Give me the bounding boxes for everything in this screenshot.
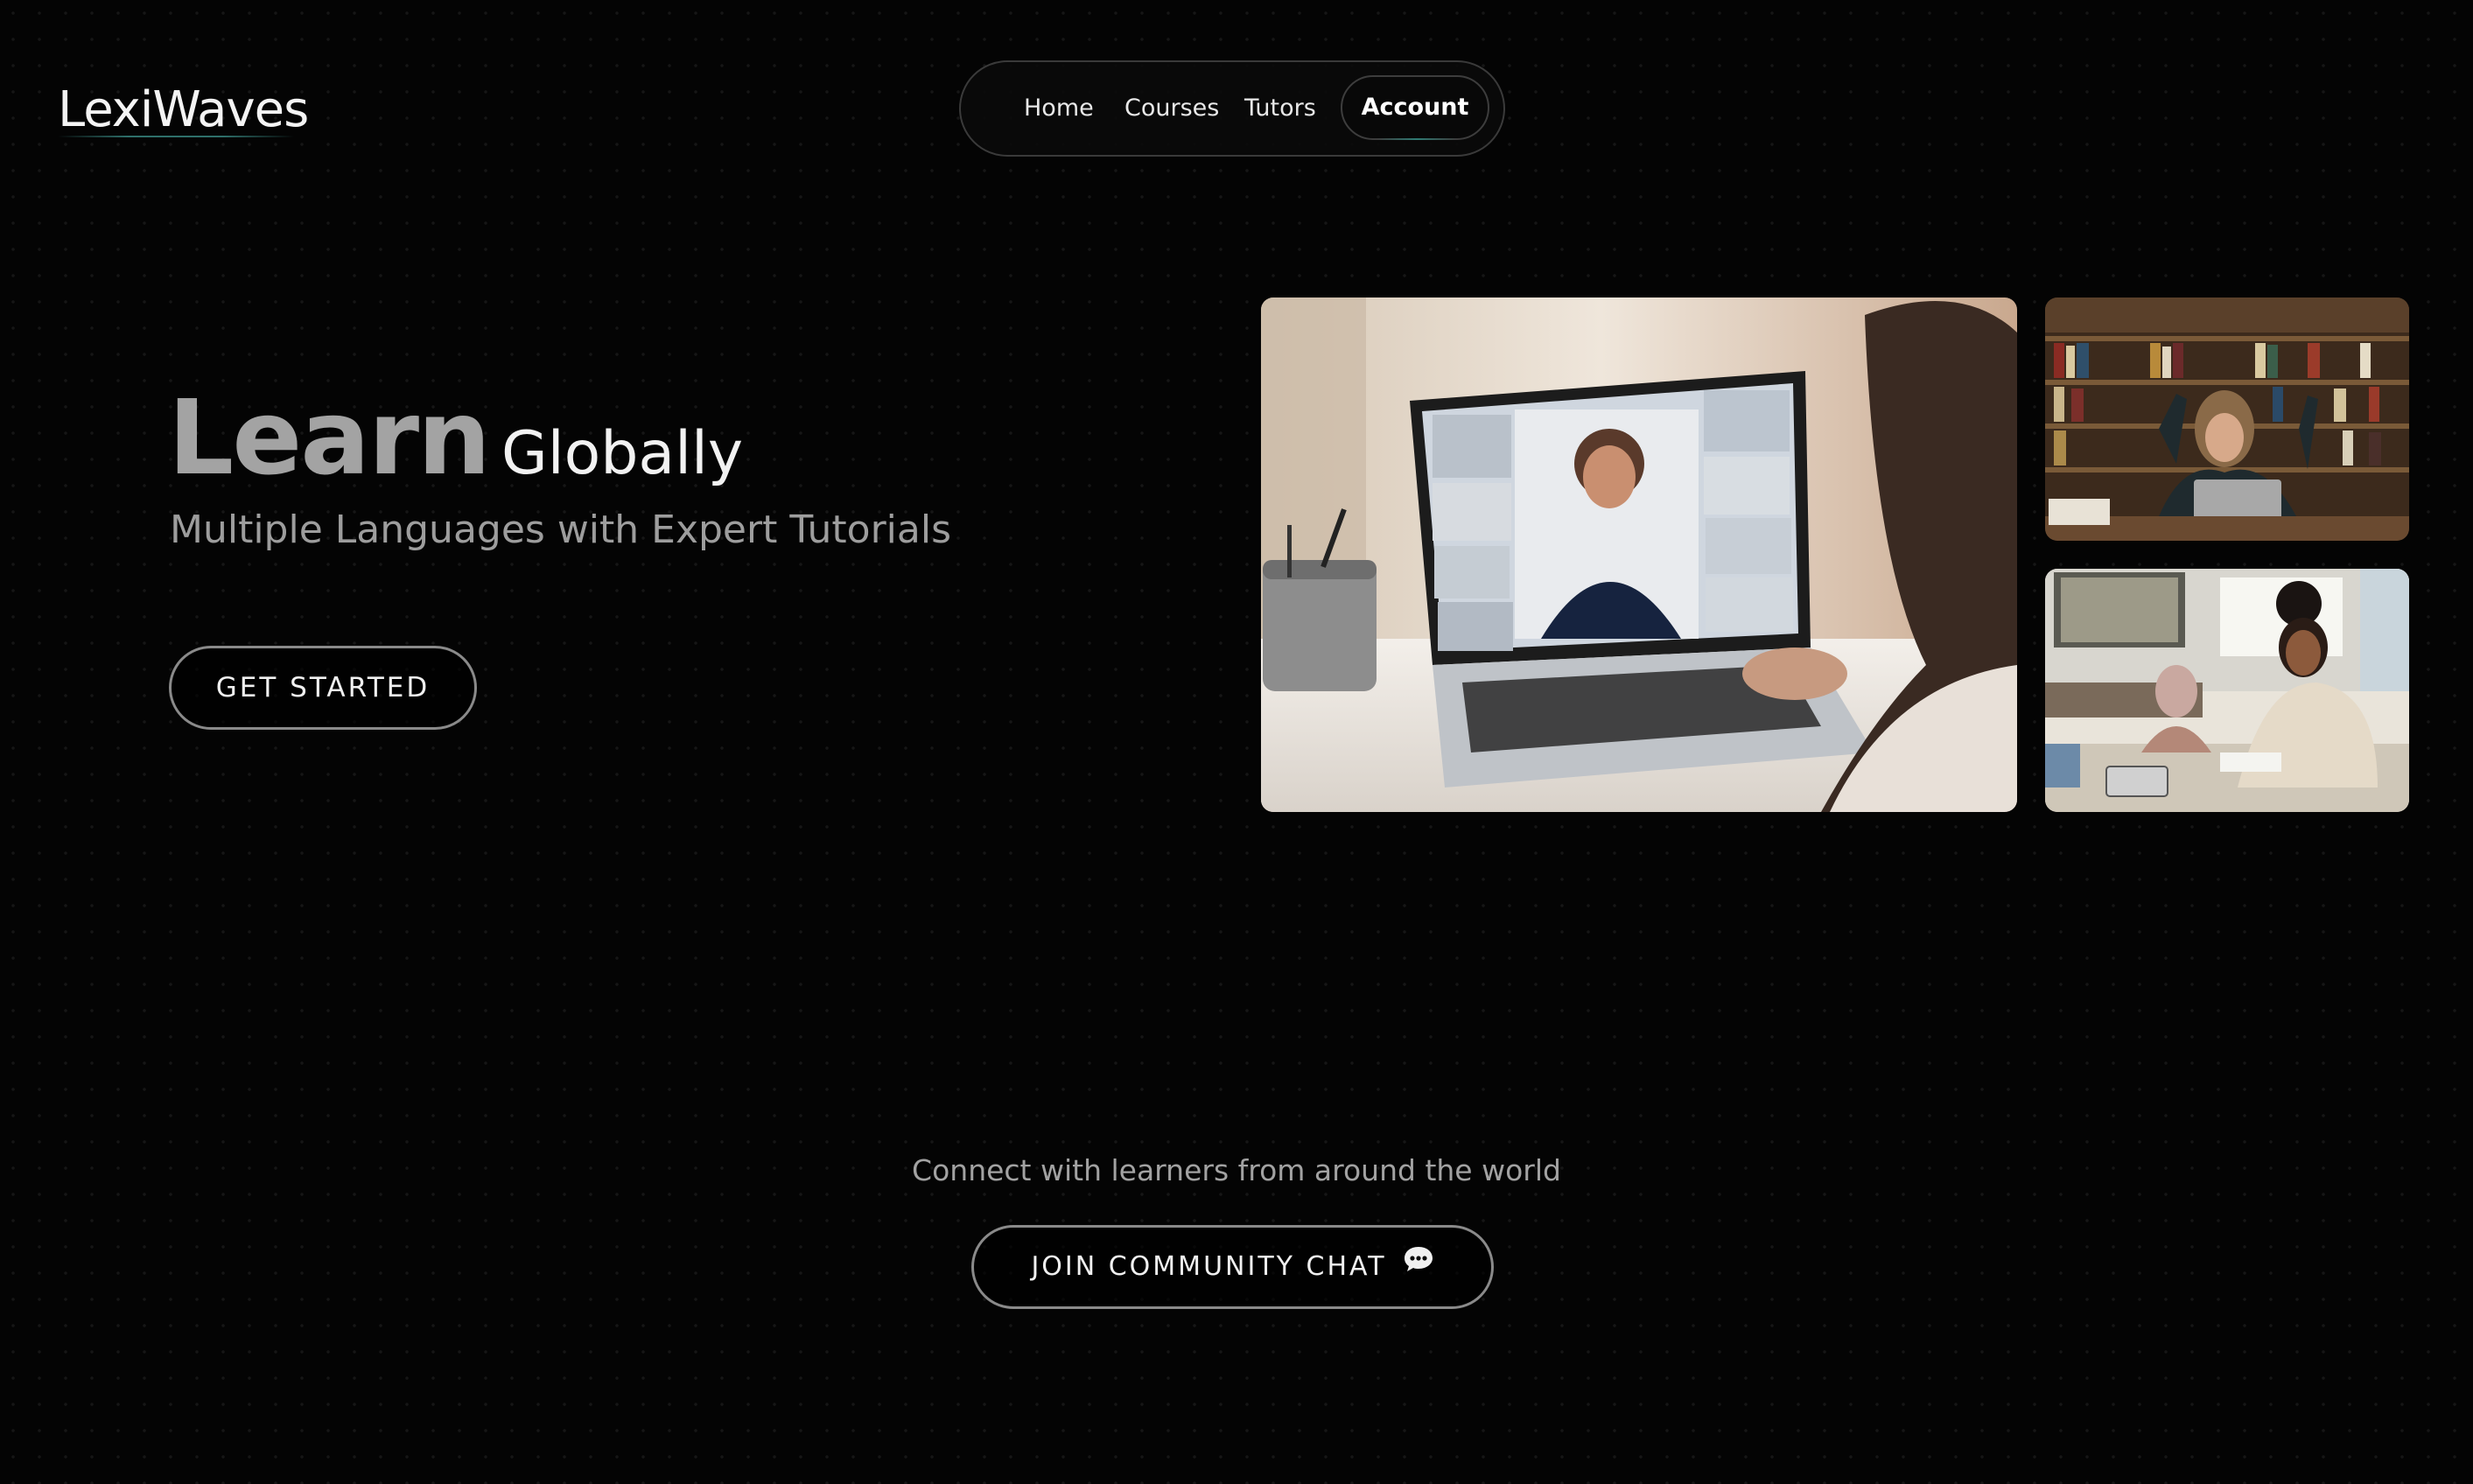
nav-account-glow (1377, 138, 1456, 140)
chat-bubble-icon (1403, 1226, 1434, 1305)
hero-subtitle: Multiple Languages with Expert Tutorials (170, 508, 951, 552)
main-nav: Home Courses Tutors Account (959, 60, 1505, 157)
brand-logo[interactable]: LexiWaves (58, 77, 309, 144)
logo-underline (58, 136, 294, 137)
hero-title-strong: Learn (168, 377, 491, 498)
nav-tutors-link[interactable]: Tutors (1244, 62, 1316, 155)
hero-title-light: Globally (501, 419, 744, 488)
community-tagline: Connect with learners from around the wo… (912, 1153, 1561, 1187)
join-community-chat-button[interactable]: JOIN COMMUNITY CHAT (971, 1225, 1494, 1309)
video-call-laptop-photo (1261, 298, 2017, 812)
nav-home-link[interactable]: Home (1024, 62, 1094, 155)
nav-courses-link[interactable]: Courses (1124, 62, 1219, 155)
get-started-button[interactable]: GET STARTED (169, 646, 477, 730)
student-library-celebrating-photo (2045, 298, 2409, 541)
nav-account-button[interactable]: Account (1341, 75, 1489, 140)
nav-account-label: Account (1361, 94, 1469, 121)
classroom-student-writing-photo (2045, 569, 2409, 812)
join-community-chat-label: JOIN COMMUNITY CHAT (1031, 1251, 1387, 1282)
